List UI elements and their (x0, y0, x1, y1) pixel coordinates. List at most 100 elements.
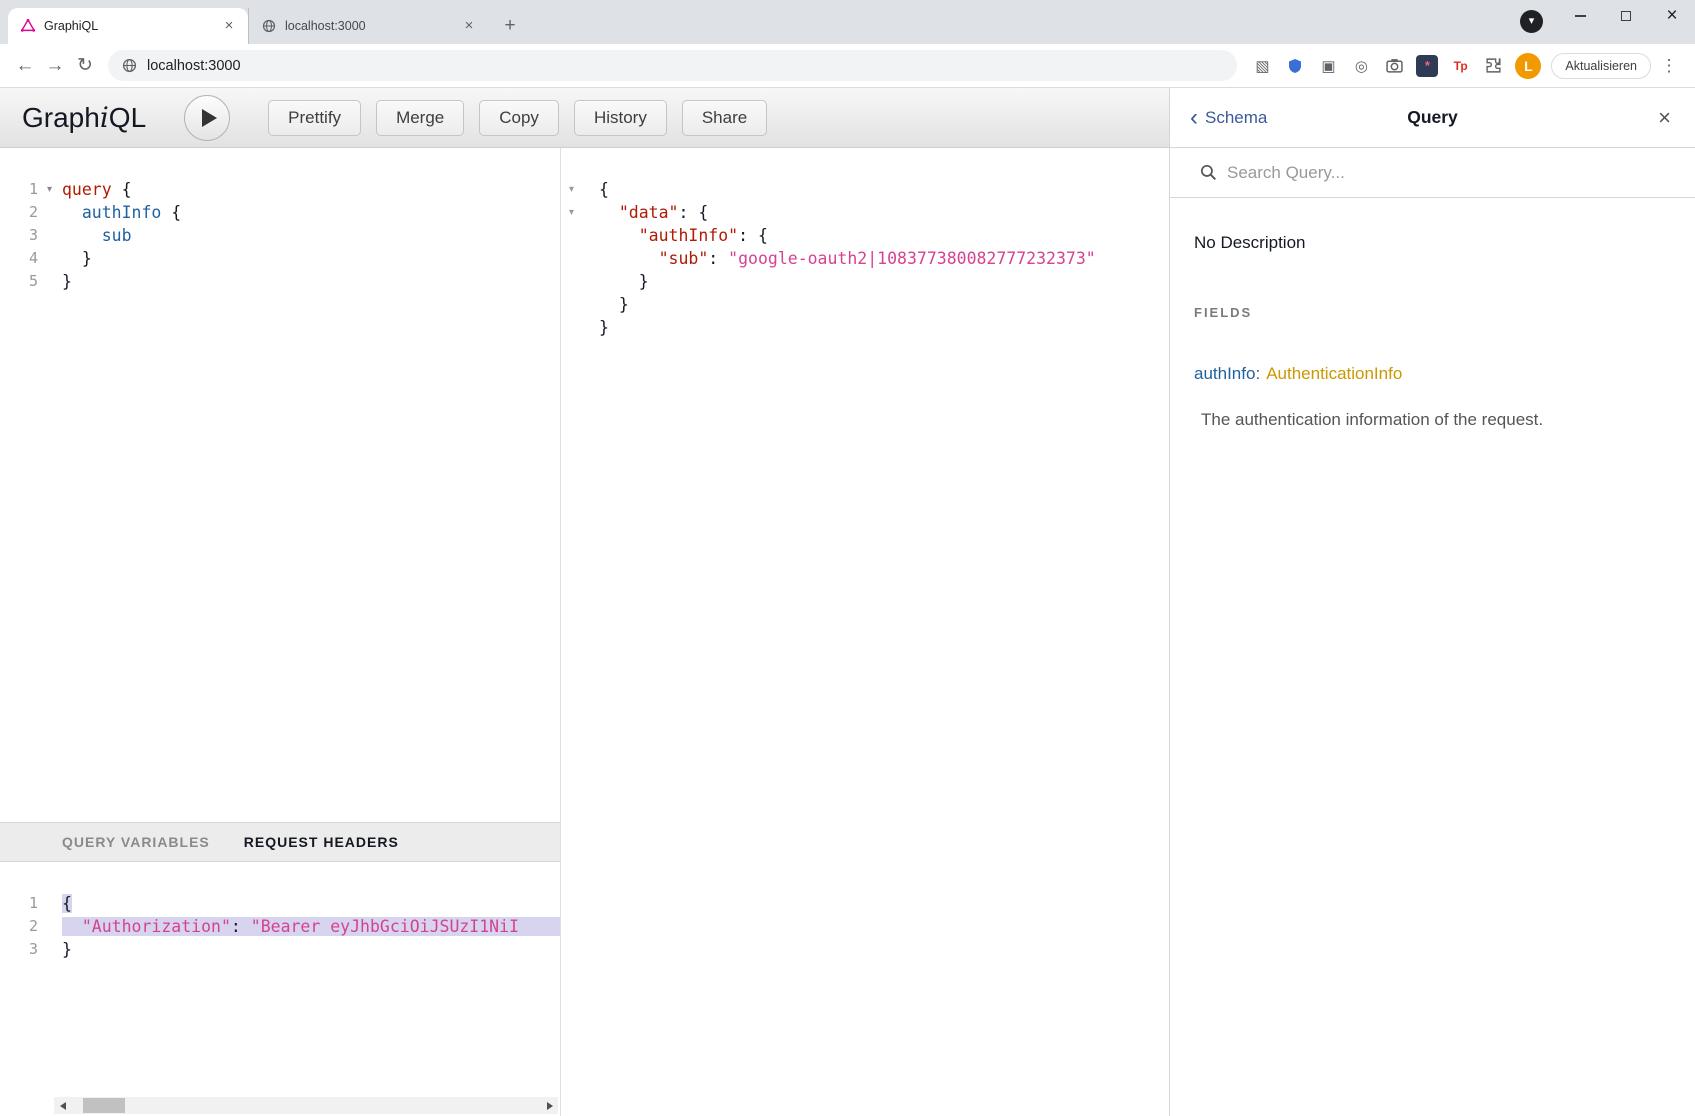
site-info-globe-icon[interactable] (122, 58, 137, 73)
code-line: query { (52, 178, 560, 201)
tab-request-headers[interactable]: REQUEST HEADERS (244, 834, 399, 850)
tab-close-icon[interactable]: × (460, 17, 478, 35)
code-line: } (52, 270, 560, 293)
maximize-button[interactable] (1603, 0, 1649, 32)
forward-button[interactable]: → (40, 55, 70, 77)
code-line: } (589, 293, 1169, 316)
menu-kebab-icon[interactable]: ⋮ (1657, 56, 1681, 76)
tab-query-variables[interactable]: QUERY VARIABLES (62, 834, 210, 850)
fold-arrow-icon[interactable]: ▾ (569, 178, 574, 201)
doc-content: No Description FIELDS authInfo:Authentic… (1170, 198, 1695, 450)
update-button[interactable]: Aktualisieren (1551, 53, 1651, 79)
request-headers-editor[interactable]: 1 2 3 { "Authorization": "Bearer eyJhbGc… (0, 862, 560, 1116)
window-controls: × (1557, 0, 1695, 32)
address-bar[interactable]: localhost:3000 (108, 50, 1237, 81)
globe-icon (261, 18, 277, 34)
line-number: 2 (29, 917, 38, 935)
play-icon (202, 109, 217, 127)
doc-close-icon[interactable]: × (1658, 105, 1671, 131)
no-description-text: No Description (1194, 233, 1671, 253)
new-tab-button[interactable]: + (496, 12, 524, 40)
graphiql-toolbar: GraphiQL Prettify Merge Copy History Sha… (0, 88, 1169, 148)
extension-target-icon[interactable]: ◎ (1350, 55, 1372, 77)
browser-navbar: ← → ↻ localhost:3000 ▧ ▣ ◎ * Tp L (0, 44, 1695, 88)
extensions-row: ▧ ▣ ◎ * Tp L (1251, 53, 1541, 79)
scroll-left-button[interactable] (54, 1097, 71, 1114)
line-number: 3 (29, 226, 38, 244)
extension-spark-icon[interactable]: * (1416, 55, 1438, 77)
chevron-down-icon: ▾ (1529, 15, 1535, 27)
share-button[interactable]: Share (682, 100, 767, 136)
prettify-button[interactable]: Prettify (268, 100, 361, 136)
minimize-button[interactable] (1557, 0, 1603, 32)
fold-arrow-icon[interactable]: ▾ (569, 201, 574, 224)
tab-localhost[interactable]: localhost:3000 × (248, 8, 488, 44)
fields-heading: FIELDS (1194, 305, 1671, 320)
secondary-editor-tabs: QUERY VARIABLES REQUEST HEADERS (0, 822, 560, 862)
tab-graphiql[interactable]: GraphiQL × (8, 8, 248, 44)
code-line: { (589, 178, 1169, 201)
tab-strip: GraphiQL × localhost:3000 × + ▾ × (0, 0, 1695, 44)
doc-search-input[interactable] (1227, 163, 1607, 183)
doc-explorer-header: ‹Schema Query × (1170, 88, 1695, 148)
browser-chrome: GraphiQL × localhost:3000 × + ▾ × ← → ↻ … (0, 0, 1695, 88)
execute-button[interactable] (184, 95, 230, 141)
scrollbar-track[interactable] (71, 1097, 541, 1114)
close-window-button[interactable]: × (1649, 0, 1695, 32)
graphiql-logo: GraphiQL (22, 101, 146, 134)
result-viewer: ▾ ▾ { "data": { "authInfo": { "sub": "go… (560, 148, 1169, 1116)
code-line: sub (52, 224, 560, 247)
extension-shield-icon[interactable] (1284, 55, 1306, 77)
doc-search-bar (1170, 148, 1695, 198)
scroll-left-icon (60, 1102, 66, 1110)
code-line: "authInfo": { (589, 224, 1169, 247)
code-line: "data": { (589, 201, 1169, 224)
extension-camera-icon[interactable] (1383, 55, 1405, 77)
scrollbar-thumb[interactable] (83, 1098, 125, 1113)
code-line: } (52, 247, 560, 270)
code-line: } (589, 316, 1169, 339)
field-description: The authentication information of the re… (1201, 410, 1671, 430)
reload-button[interactable]: ↻ (70, 54, 100, 77)
horizontal-scrollbar[interactable] (54, 1097, 558, 1114)
profile-avatar[interactable]: L (1515, 53, 1541, 79)
headers-code: { "Authorization": "Bearer eyJhbGciOiJSU… (52, 892, 560, 961)
extension-tp-icon[interactable]: Tp (1449, 55, 1471, 77)
field-type-link[interactable]: AuthenticationInfo (1266, 364, 1402, 383)
graphql-logo-icon (20, 18, 36, 34)
graphiql-app: GraphiQL Prettify Merge Copy History Sha… (0, 88, 1695, 1116)
extension-puzzle-icon[interactable] (1482, 55, 1504, 77)
result-json: { "data": { "authInfo": { "sub": "google… (589, 178, 1169, 339)
field-row: authInfo:AuthenticationInfo (1194, 364, 1671, 384)
query-code: query { authInfo { sub } } (52, 178, 560, 293)
query-editor[interactable]: 1▾ 2 3 4 5 query { authInfo { sub } } (0, 148, 560, 822)
code-line: } (589, 270, 1169, 293)
back-button[interactable]: ← (10, 55, 40, 77)
toolbar-buttons: Prettify Merge Copy History Share (268, 100, 767, 136)
code-line: "sub": "google-oauth2|108377380082777232… (589, 247, 1169, 270)
tab-close-icon[interactable]: × (220, 17, 238, 35)
code-line: } (52, 938, 560, 961)
code-line: { (52, 892, 560, 915)
tab-search-button[interactable]: ▾ (1520, 10, 1543, 33)
line-number: 2 (29, 203, 38, 221)
tab-title: localhost:3000 (285, 19, 452, 33)
query-line-gutter: 1▾ 2 3 4 5 (0, 178, 52, 293)
field-name-link[interactable]: authInfo (1194, 364, 1255, 383)
doc-explorer-panel: ‹Schema Query × No Description FIELDS au… (1169, 88, 1695, 1116)
doc-back-link[interactable]: ‹Schema (1190, 108, 1267, 128)
line-number: 5 (29, 272, 38, 290)
chevron-left-icon: ‹ (1190, 109, 1198, 126)
scroll-right-icon (547, 1102, 553, 1110)
extension-box-icon[interactable]: ▣ (1317, 55, 1339, 77)
line-number: 4 (29, 249, 38, 267)
history-button[interactable]: History (574, 100, 667, 136)
line-number: 1 (29, 180, 38, 198)
merge-button[interactable]: Merge (376, 100, 464, 136)
scroll-right-button[interactable] (541, 1097, 558, 1114)
maximize-icon (1621, 11, 1631, 21)
copy-button[interactable]: Copy (479, 100, 559, 136)
editor-column: 1▾ 2 3 4 5 query { authInfo { sub } } (0, 148, 560, 1116)
extension-grid-icon[interactable]: ▧ (1251, 55, 1273, 77)
headers-line-gutter: 1 2 3 (0, 892, 52, 961)
